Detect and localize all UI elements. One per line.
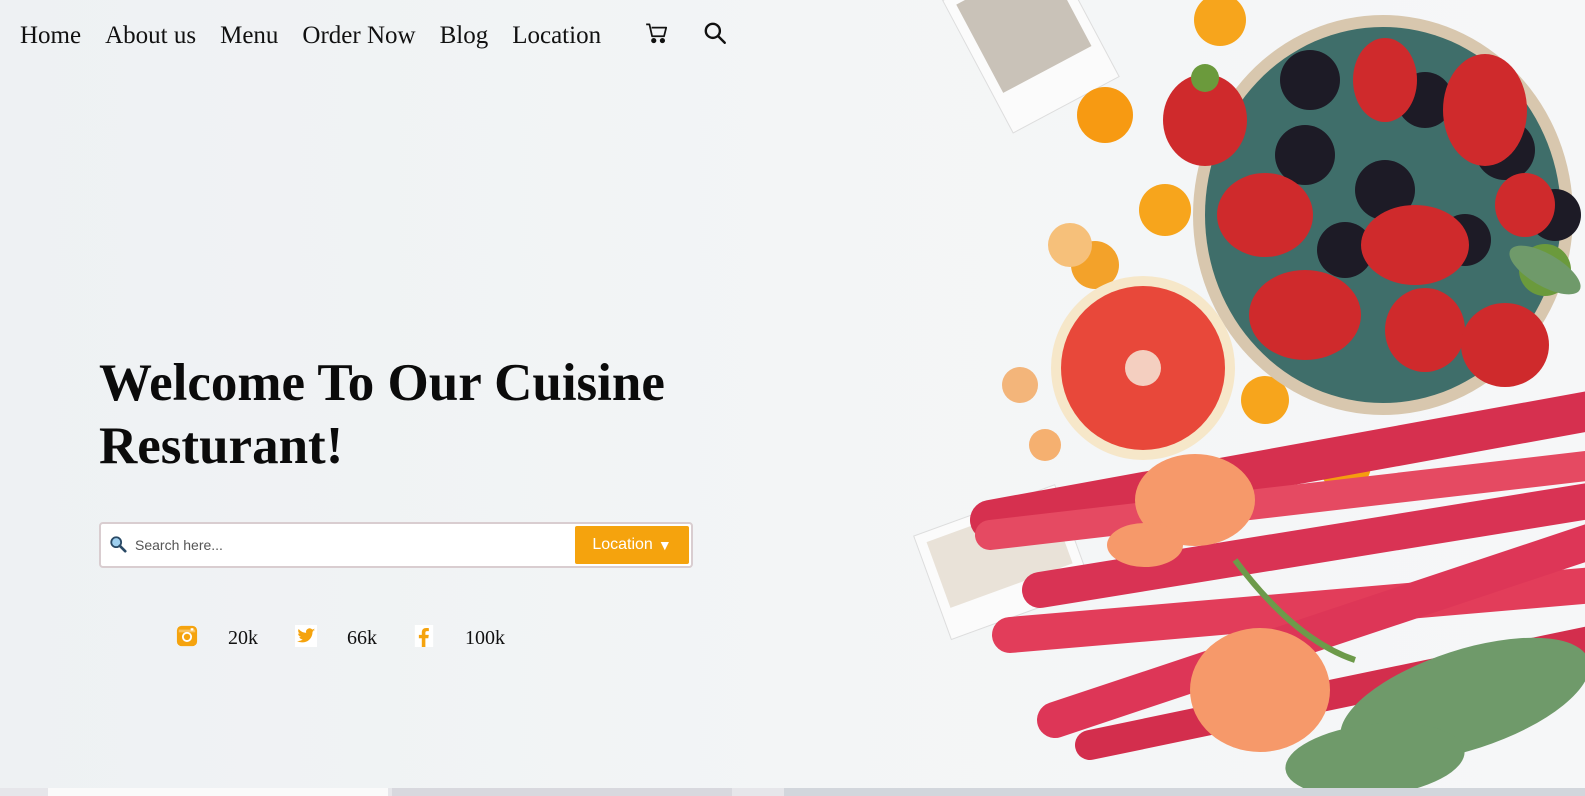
twitter-icon[interactable] (295, 625, 317, 652)
hero-title-line-1: Welcome To Our Cuisine (99, 354, 665, 412)
nav-item-blog[interactable]: Blog (440, 18, 489, 54)
nav-item-home[interactable]: Home (20, 18, 81, 54)
nav-item-order-now[interactable]: Order Now (302, 18, 415, 54)
section-card-preview (784, 788, 1585, 796)
nav-item-menu[interactable]: Menu (220, 18, 278, 54)
section-card-preview (392, 788, 732, 796)
nav-item-about-us[interactable]: About us (105, 18, 196, 54)
main-nav: Home About us Menu Order Now Blog Locati… (20, 18, 625, 54)
search-bar: Location ▼ (99, 522, 693, 568)
bottom-section-preview (0, 788, 1585, 796)
location-dropdown-label: Location (592, 536, 653, 553)
social-facebook[interactable]: 100k (413, 625, 505, 652)
hero-title: Welcome To Our Cuisine Resturant! (99, 352, 739, 478)
twitter-count: 66k (347, 627, 377, 649)
social-instagram[interactable]: 20k (176, 625, 258, 652)
caret-down-icon: ▼ (657, 537, 672, 553)
instagram-count: 20k (228, 627, 258, 649)
location-dropdown-button[interactable]: Location ▼ (575, 526, 689, 564)
hero-title-line-2: Resturant! (99, 417, 344, 475)
hero-food-image (913, 0, 1585, 790)
search-icon[interactable] (702, 20, 728, 46)
search-input[interactable] (133, 525, 575, 565)
section-card-preview (48, 788, 388, 796)
social-twitter[interactable]: 66k (295, 625, 377, 652)
cart-icon[interactable] (644, 20, 670, 46)
facebook-icon[interactable] (413, 625, 435, 652)
instagram-icon[interactable] (176, 625, 198, 652)
nav-item-location[interactable]: Location (512, 18, 601, 54)
magnifier-icon (109, 535, 129, 555)
facebook-count: 100k (465, 627, 505, 649)
